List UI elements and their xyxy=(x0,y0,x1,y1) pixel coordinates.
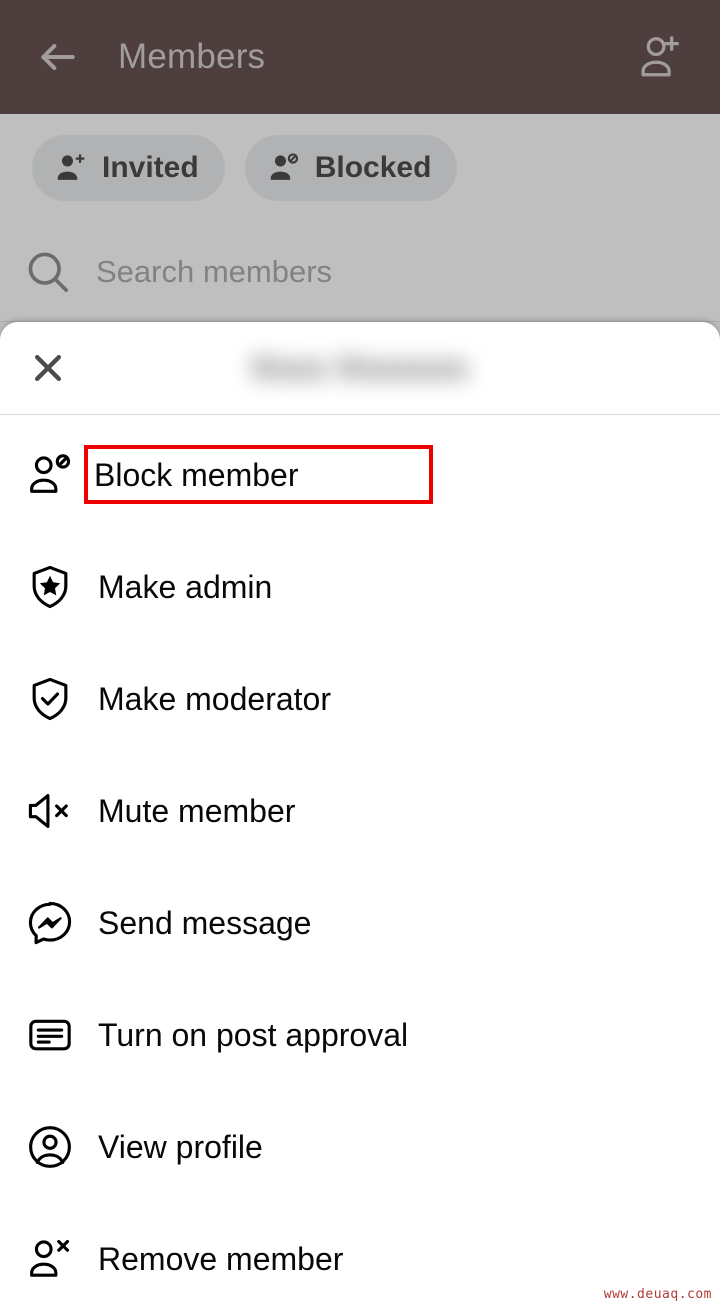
chip-blocked-label: Blocked xyxy=(314,151,432,184)
sheet-title-wrap: Xxxx Xxxxxxx xyxy=(0,322,720,414)
action-label: Make moderator xyxy=(98,680,331,717)
member-name-redacted: Xxxx Xxxxxxx xyxy=(251,350,469,385)
messenger-icon xyxy=(24,897,76,949)
person-remove-icon xyxy=(24,1233,76,1285)
action-mute-member[interactable]: Mute member xyxy=(0,755,720,867)
shield-star-icon xyxy=(24,561,76,613)
action-label: View profile xyxy=(98,1128,263,1165)
sheet-header: Xxxx Xxxxxxx xyxy=(0,322,720,415)
site-watermark: www.deuaq.com xyxy=(603,1287,712,1302)
action-label: Turn on post approval xyxy=(98,1016,409,1053)
post-approval-icon xyxy=(24,1009,76,1061)
back-button[interactable] xyxy=(22,21,94,93)
profile-circle-icon xyxy=(24,1121,76,1173)
chip-blocked[interactable]: Blocked xyxy=(244,135,458,201)
person-add-icon xyxy=(54,151,88,185)
action-make-admin[interactable]: Make admin xyxy=(0,531,720,643)
chip-invited[interactable]: Invited xyxy=(32,135,225,201)
action-send-message[interactable]: Send message xyxy=(0,867,720,979)
chip-invited-label: Invited xyxy=(102,151,199,184)
action-label: Mute member xyxy=(98,792,296,829)
action-make-moderator[interactable]: Make moderator xyxy=(0,643,720,755)
action-view-profile[interactable]: View profile xyxy=(0,1091,720,1203)
filter-chip-row: Invited Blocked xyxy=(0,114,720,222)
action-menu: Block member Make admin Make moderator M… xyxy=(0,415,720,1308)
person-blocked-icon xyxy=(267,151,301,185)
add-member-button[interactable] xyxy=(622,19,698,95)
shield-check-icon xyxy=(24,673,76,725)
close-button[interactable] xyxy=(18,338,78,398)
action-block-member[interactable]: Block member xyxy=(0,419,720,531)
search-icon xyxy=(22,246,74,298)
search-input-placeholder: Search members xyxy=(96,253,333,289)
page-title: Members xyxy=(118,37,266,76)
arrow-left-icon xyxy=(36,35,80,79)
action-label: Remove member xyxy=(98,1240,344,1277)
speaker-mute-icon xyxy=(24,785,76,837)
app-header: Members xyxy=(0,0,720,114)
action-label: Make admin xyxy=(98,568,273,605)
person-blocked-icon xyxy=(24,449,76,501)
member-actions-sheet: Xxxx Xxxxxxx Block member Make admin Mak… xyxy=(0,322,720,1308)
action-post-approval[interactable]: Turn on post approval xyxy=(0,979,720,1091)
search-bar[interactable]: Search members xyxy=(0,222,720,322)
close-icon xyxy=(28,348,68,388)
action-label: Block member xyxy=(94,456,299,493)
action-label: Send message xyxy=(98,904,312,941)
person-add-icon xyxy=(634,31,686,83)
